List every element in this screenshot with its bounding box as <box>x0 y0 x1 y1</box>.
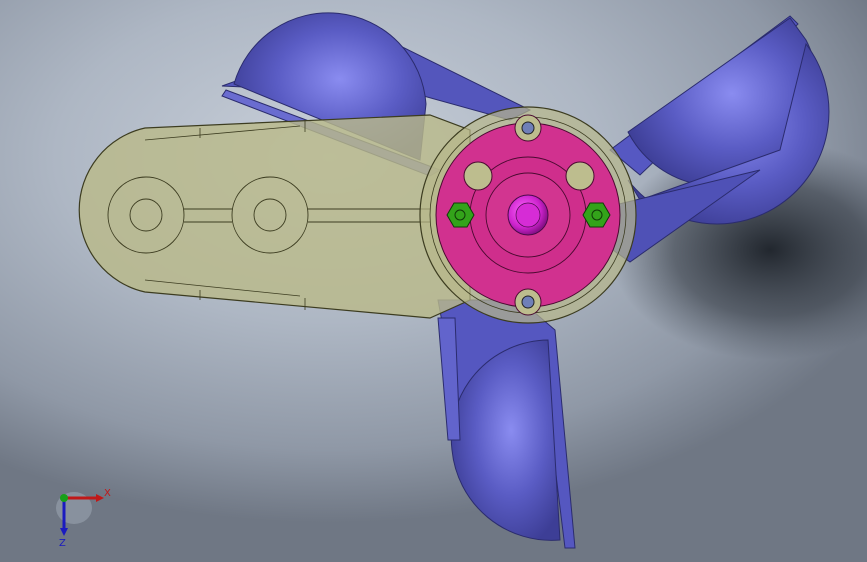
triad-x-label: X <box>104 488 111 499</box>
mount-hole-upper-right <box>565 161 595 191</box>
triad-z-label: Z <box>59 538 66 549</box>
orientation-triad[interactable]: X Z <box>56 488 111 549</box>
triad-y-axis <box>60 494 68 502</box>
mount-hole-upper-left <box>463 161 493 191</box>
cad-model-view[interactable]: X Z <box>0 0 867 562</box>
graphics-viewport[interactable]: X Z <box>0 0 867 562</box>
paddle-bottom[interactable] <box>437 299 576 549</box>
arm-link[interactable] <box>78 114 471 319</box>
hub-assembly[interactable] <box>419 106 637 324</box>
